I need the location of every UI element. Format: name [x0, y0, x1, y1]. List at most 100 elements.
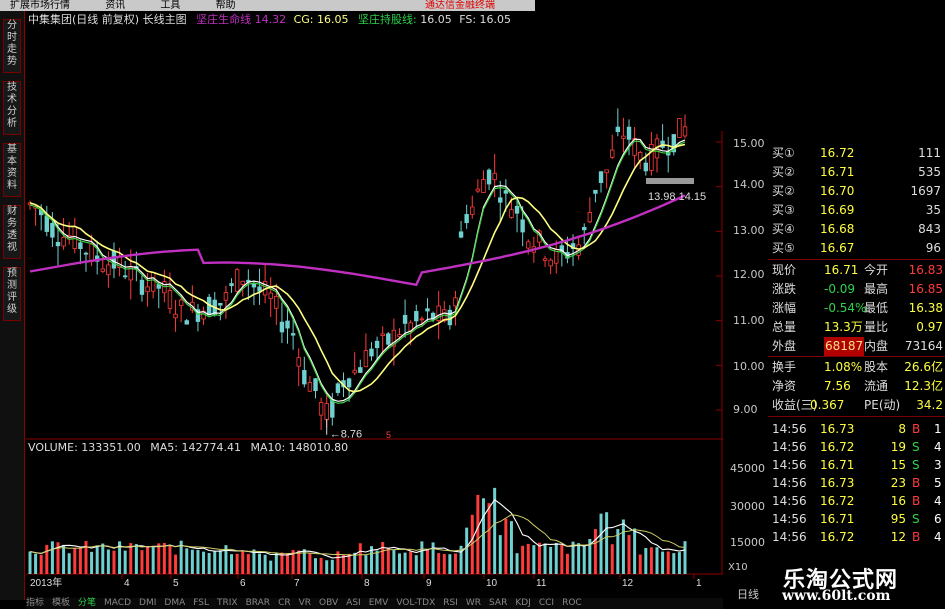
quote-stat-row: 外盘 68187 内盘 73164 — [768, 337, 945, 356]
candle-body — [414, 311, 419, 322]
order-label: 买② — [772, 165, 795, 179]
tick-row: 14:56 16.72 12 B 4 — [768, 528, 945, 546]
indicator-tab[interactable]: TRIX — [217, 598, 238, 608]
menu-item-news[interactable]: 资讯 — [105, 0, 125, 11]
tick-time: 14:56 — [772, 494, 807, 508]
indicator-tab[interactable]: DMA — [164, 598, 185, 608]
tab-fundamentals[interactable]: 基本资料 — [3, 143, 21, 197]
indicator-tab[interactable]: CR — [278, 598, 291, 608]
stat-value: -0.09 — [824, 282, 856, 296]
candle-body — [498, 197, 503, 203]
tick-price: 16.72 — [820, 530, 855, 544]
indicator-tab[interactable]: ROC — [562, 598, 582, 608]
stat-value-2: 16.38 — [908, 301, 943, 315]
panel-divider — [768, 416, 945, 417]
order-book-row: 买④ 16.68 843 — [768, 220, 945, 239]
candle-body — [44, 215, 49, 232]
stat-value: 68187 — [824, 337, 865, 356]
order-price: 16.68 — [820, 222, 855, 236]
indicator-tab[interactable]: EMV — [369, 598, 389, 608]
hold-line-label: 坚庄持股线: — [358, 13, 417, 26]
candle-body — [352, 369, 357, 374]
indicator-tab[interactable]: BRAR — [246, 598, 270, 608]
candle-body — [346, 378, 352, 388]
volume-ma10-line — [29, 514, 686, 556]
candle-body — [509, 209, 514, 218]
candle-body — [374, 340, 380, 349]
chart-title: 中集集团(日线 前复权) 长线主图 — [28, 13, 187, 26]
candle-body — [61, 236, 66, 247]
order-book-row: 买⑤ 16.67 96 — [768, 239, 945, 258]
indicator-tab[interactable]: WR — [466, 598, 481, 608]
indicator-tab[interactable]: OBV — [319, 598, 338, 608]
order-volume: 35 — [925, 203, 941, 217]
indicator-tab[interactable]: KDJ — [515, 598, 531, 608]
candle-body — [285, 320, 290, 329]
stat-value-2: 16.83 — [908, 263, 943, 277]
tab-technical[interactable]: 技术分析 — [3, 81, 21, 135]
candle-body — [150, 272, 156, 292]
indicator-tab[interactable]: 模板 — [52, 598, 70, 608]
candle-body — [50, 222, 55, 238]
order-volume: 535 — [918, 165, 941, 179]
indicator-tab[interactable]: SAR — [489, 598, 507, 608]
candle-body — [402, 314, 408, 324]
stat-value: -0.54% — [824, 301, 867, 315]
stat-label: 总量 — [772, 320, 797, 334]
candle-body — [218, 302, 223, 306]
cg-value: 16.05 — [317, 13, 349, 26]
candle-body — [83, 252, 89, 255]
stat-label-2: 流通 — [864, 379, 889, 393]
order-price: 16.67 — [820, 241, 855, 255]
indicator-tab[interactable]: CCI — [539, 598, 554, 608]
tab-forecast[interactable]: 预测评级 — [3, 267, 21, 321]
menu-item-tools[interactable]: 工具 — [160, 0, 180, 11]
indicator-tab[interactable]: DMI — [139, 598, 156, 608]
candle-body — [610, 149, 615, 158]
candle-body — [419, 318, 425, 321]
candle-body — [268, 292, 273, 299]
tick-count: 6 — [934, 512, 942, 526]
menu-item-extended-market[interactable]: 扩展市场行情 — [10, 0, 70, 11]
period-label[interactable]: 日线 — [737, 586, 759, 602]
tick-price: 16.72 — [820, 494, 855, 508]
indicator-tab[interactable]: ASI — [346, 598, 361, 608]
tick-time: 14:56 — [772, 476, 807, 490]
tab-financials[interactable]: 财务透视 — [3, 205, 21, 259]
range-marker — [646, 178, 694, 184]
candle-body — [324, 403, 329, 421]
menu-item-help[interactable]: 帮助 — [216, 0, 236, 11]
stat-label-2: 量比 — [864, 320, 889, 334]
indicator-tab[interactable]: FSL — [193, 598, 209, 608]
stat-value: 13.3万 — [824, 320, 863, 334]
stat-value: 0.367 — [810, 398, 845, 412]
order-book-row: 买② 16.70 1697 — [768, 182, 945, 201]
stat-value-2: 34.2 — [916, 398, 943, 412]
promo-link[interactable]: 通达信金融终端 — [425, 0, 495, 11]
order-volume: 843 — [918, 222, 941, 236]
indicator-tab-bar: 指标 模板 分笔 MACD DMI DMA FSL TRIX BRAR CR VR OBV ASI EMV… — [26, 598, 723, 609]
stat-label: 净资 — [772, 379, 797, 393]
stat-value-2: 12.3亿 — [904, 379, 943, 393]
cg-label: CG: — [293, 13, 314, 26]
candle-body — [548, 259, 553, 267]
kline-chart[interactable]: ←8.76 13.98 14.15 5 2013年 4 5 6 7 8 9 10 11 12 1 — [26, 11, 723, 601]
indicator-tab[interactable]: VOL-TDX — [396, 598, 435, 608]
date-month-label: 6 — [240, 578, 246, 589]
order-volume: 111 — [918, 146, 941, 160]
indicator-tab[interactable]: VR — [299, 598, 311, 608]
tick-row: 14:56 16.73 23 B 5 — [768, 474, 945, 492]
indicator-tab[interactable]: 分笔 — [78, 598, 96, 608]
tab-intraday[interactable]: 分时走势 — [3, 19, 21, 73]
life-line — [29, 194, 686, 287]
stat-label-2: 最高 — [864, 282, 889, 296]
stat-value-2: 26.6亿 — [904, 360, 943, 374]
indicator-tab[interactable]: MACD — [104, 598, 131, 608]
candle-body — [89, 243, 94, 262]
tick-side: S — [912, 512, 920, 526]
indicator-tab[interactable]: RSI — [443, 598, 458, 608]
stat-label-2: 今开 — [864, 263, 889, 277]
stat-label: 涨跌 — [772, 282, 797, 296]
tick-volume: 95 — [890, 512, 906, 526]
indicator-tab[interactable]: 指标 — [26, 598, 44, 608]
